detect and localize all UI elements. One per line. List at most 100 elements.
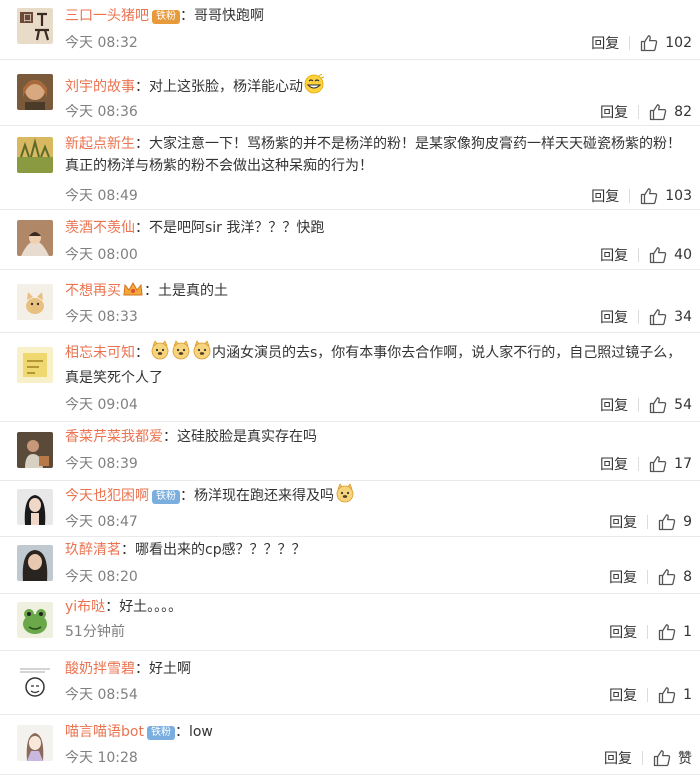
colon-separator: ： <box>121 542 135 558</box>
comment-body: 玖醉清茗：哪看出来的cp感？？？？？ <box>65 539 692 561</box>
avatar[interactable] <box>17 74 53 110</box>
username-link[interactable]: 相忘未可知 <box>65 345 135 361</box>
fan-badge: 铁粉 <box>152 490 180 504</box>
username-link[interactable]: 新起点新生 <box>65 136 135 152</box>
comment-item: 喵言喵语bot 铁粉 ：low 今天 10:28 回复 赞 <box>0 715 700 775</box>
comment-item: 口 三口一头猪吧 铁粉 ：哥哥快跑啊 今天 08:32 回复 102 <box>0 0 700 60</box>
action-divider <box>638 310 640 324</box>
username-link[interactable]: 今天也犯困啊 <box>65 488 149 504</box>
like-count: 1 <box>683 687 692 703</box>
like-button[interactable]: 54 <box>649 396 692 414</box>
avatar[interactable] <box>17 545 53 581</box>
comment-actions: 回复 102 <box>591 33 692 53</box>
comment-item: 新起点新生：大家注意一下！骂杨紫的并不是杨洋的粉！是某家像狗皮膏药一样天天碰瓷杨… <box>0 127 700 210</box>
comment-text: 不是吧阿sir 我洋？？？快跑 <box>149 220 325 236</box>
comment-time: 今天 09:04 <box>65 397 138 413</box>
comment-body: 今天也犯困啊 铁粉 ：杨洋现在跑还来得及吗 <box>65 483 692 510</box>
svg-text:口: 口 <box>23 14 32 24</box>
username-link[interactable]: 玖醉清茗 <box>65 542 121 558</box>
comment-time: 今天 08:33 <box>65 309 138 325</box>
colon-separator: ： <box>144 283 158 299</box>
comment-actions: 回复 40 <box>600 245 692 265</box>
colon-separator: ： <box>180 488 194 504</box>
like-count: 82 <box>674 104 692 120</box>
username-link[interactable]: 三口一头猪吧 <box>65 8 149 24</box>
comment-item: 酸奶拌雪碧：好土啊 今天 08:54 回复 1 <box>0 652 700 715</box>
username-link[interactable]: 羡酒不羡仙 <box>65 220 135 236</box>
username-link[interactable]: 酸奶拌雪碧 <box>65 661 135 677</box>
like-button[interactable]: 8 <box>658 568 692 586</box>
username-link[interactable]: 喵言喵语bot <box>65 724 144 740</box>
like-button[interactable]: 赞 <box>653 748 692 768</box>
comment-text: 好土啊 <box>149 661 191 677</box>
comment-actions: 回复 赞 <box>604 748 692 768</box>
colon-separator: ： <box>135 220 149 236</box>
reply-button[interactable]: 回复 <box>609 567 637 587</box>
comment-actions: 回复 9 <box>609 512 692 532</box>
avatar[interactable] <box>17 137 53 173</box>
like-count: 103 <box>665 188 692 204</box>
like-button[interactable]: 34 <box>649 308 692 326</box>
like-button[interactable]: 103 <box>640 187 692 205</box>
comment-text: 哥哥快跑啊 <box>194 8 264 24</box>
comment-actions: 回复 1 <box>609 622 692 642</box>
action-divider <box>638 105 640 119</box>
comment-item: 相忘未可知： 内涵女演员的去s，你有本事你去合作啊，说人家不行的，自己照过镜子么，… <box>0 333 700 422</box>
avatar[interactable] <box>17 725 53 761</box>
avatar[interactable] <box>17 432 53 468</box>
reply-button[interactable]: 回复 <box>609 622 637 642</box>
thumbs-up-icon <box>650 456 667 473</box>
grin-emoji <box>304 73 324 101</box>
like-button[interactable]: 9 <box>658 513 692 531</box>
comment-actions: 回复 54 <box>600 395 692 415</box>
colon-separator: ： <box>135 345 149 361</box>
username-link[interactable]: yi布哒 <box>65 599 105 615</box>
like-button[interactable]: 82 <box>649 103 692 121</box>
reply-button[interactable]: 回复 <box>609 512 637 532</box>
reply-button[interactable]: 回复 <box>609 685 637 705</box>
comment-time: 今天 08:20 <box>65 569 138 585</box>
comment-text: 哪看出来的cp感？？？？？ <box>135 542 306 558</box>
avatar[interactable] <box>17 664 53 700</box>
comment-time: 今天 10:28 <box>65 750 138 766</box>
colon-separator: ： <box>105 599 120 615</box>
avatar[interactable] <box>17 489 53 525</box>
like-button[interactable]: 1 <box>658 623 692 641</box>
like-count: 赞 <box>678 751 692 767</box>
username-link[interactable]: 香菜芹菜我都爱 <box>65 429 163 445</box>
like-button[interactable]: 40 <box>649 246 692 264</box>
avatar[interactable] <box>17 220 53 256</box>
reply-button[interactable]: 回复 <box>591 33 619 53</box>
comment-time: 今天 08:00 <box>65 247 138 263</box>
reply-button[interactable]: 回复 <box>600 245 628 265</box>
comment-item: 刘宇的故事：对上这张脸，杨洋能心动 今天 08:36 回复 82 <box>0 62 700 126</box>
thumbs-up-icon <box>658 687 676 704</box>
comment-text: 杨洋现在跑还来得及吗 <box>194 488 334 504</box>
colon-separator: ： <box>174 724 189 740</box>
avatar[interactable] <box>17 347 53 383</box>
action-divider <box>642 751 643 765</box>
like-button[interactable]: 102 <box>640 34 692 52</box>
comment-time: 今天 08:54 <box>65 687 138 703</box>
reply-button[interactable]: 回复 <box>604 748 632 768</box>
action-divider <box>647 570 649 584</box>
like-button[interactable]: 1 <box>658 686 692 704</box>
username-link[interactable]: 刘宇的故事 <box>65 79 135 95</box>
comment-body: 相忘未可知： 内涵女演员的去s，你有本事你去合作啊，说人家不行的，自己照过镜子么，… <box>65 340 692 389</box>
comment-actions: 回复 8 <box>609 567 692 587</box>
username-link[interactable]: 不想再买 <box>65 283 121 299</box>
colon-separator: ： <box>163 429 177 445</box>
reply-button[interactable]: 回复 <box>600 102 628 122</box>
like-count: 34 <box>674 309 692 325</box>
reply-button[interactable]: 回复 <box>600 395 628 415</box>
avatar[interactable]: 口 <box>17 8 53 44</box>
comment-body: 香菜芹菜我都爱：这硅胶脸是真实存在吗 <box>65 426 692 448</box>
reply-button[interactable]: 回复 <box>591 186 619 206</box>
like-button[interactable]: 17 <box>649 455 692 473</box>
comment-item: 香菜芹菜我都爱：这硅胶脸是真实存在吗 今天 08:39 回复 17 <box>0 422 700 481</box>
avatar[interactable] <box>17 284 53 320</box>
colon-separator: ： <box>180 8 194 24</box>
avatar[interactable] <box>17 602 53 638</box>
reply-button[interactable]: 回复 <box>600 454 628 474</box>
reply-button[interactable]: 回复 <box>600 307 628 327</box>
